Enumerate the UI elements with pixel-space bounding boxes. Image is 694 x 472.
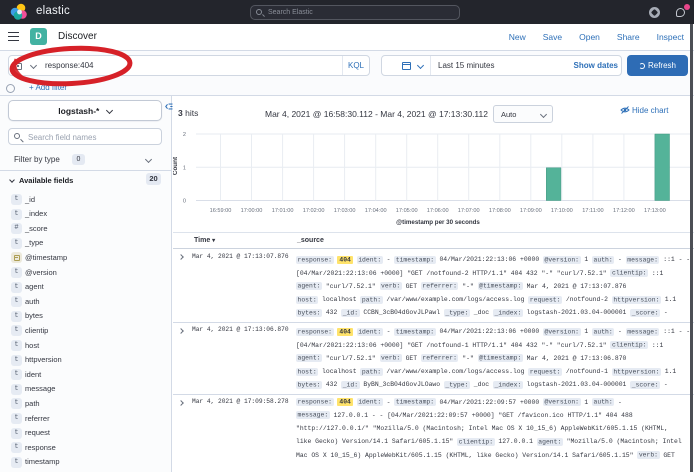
svg-text:0: 0 xyxy=(183,199,186,205)
svg-text:17:03:00: 17:03:00 xyxy=(334,208,356,214)
svg-text:17:09:00: 17:09:00 xyxy=(520,208,542,214)
svg-text:17:07:00: 17:07:00 xyxy=(458,208,480,214)
svg-text:17:12:00: 17:12:00 xyxy=(613,208,635,214)
svg-text:17:10:00: 17:10:00 xyxy=(551,208,573,214)
svg-text:17:11:00: 17:11:00 xyxy=(582,208,603,214)
svg-text:17:08:00: 17:08:00 xyxy=(489,208,511,214)
svg-text:17:13:00: 17:13:00 xyxy=(644,208,666,214)
svg-text:1: 1 xyxy=(183,165,186,171)
svg-text:16:59:00: 16:59:00 xyxy=(210,208,232,214)
svg-text:17:05:00: 17:05:00 xyxy=(396,208,418,214)
svg-text:17:04:00: 17:04:00 xyxy=(365,208,387,214)
svg-text:17:02:00: 17:02:00 xyxy=(303,208,325,214)
svg-text:17:06:00: 17:06:00 xyxy=(427,208,449,214)
svg-text:17:01:00: 17:01:00 xyxy=(272,208,294,214)
svg-text:2: 2 xyxy=(183,132,186,138)
svg-text:17:00:00: 17:00:00 xyxy=(241,208,263,214)
svg-text:Count: Count xyxy=(173,156,179,175)
svg-text:@timestamp per 30 seconds: @timestamp per 30 seconds xyxy=(396,219,480,226)
